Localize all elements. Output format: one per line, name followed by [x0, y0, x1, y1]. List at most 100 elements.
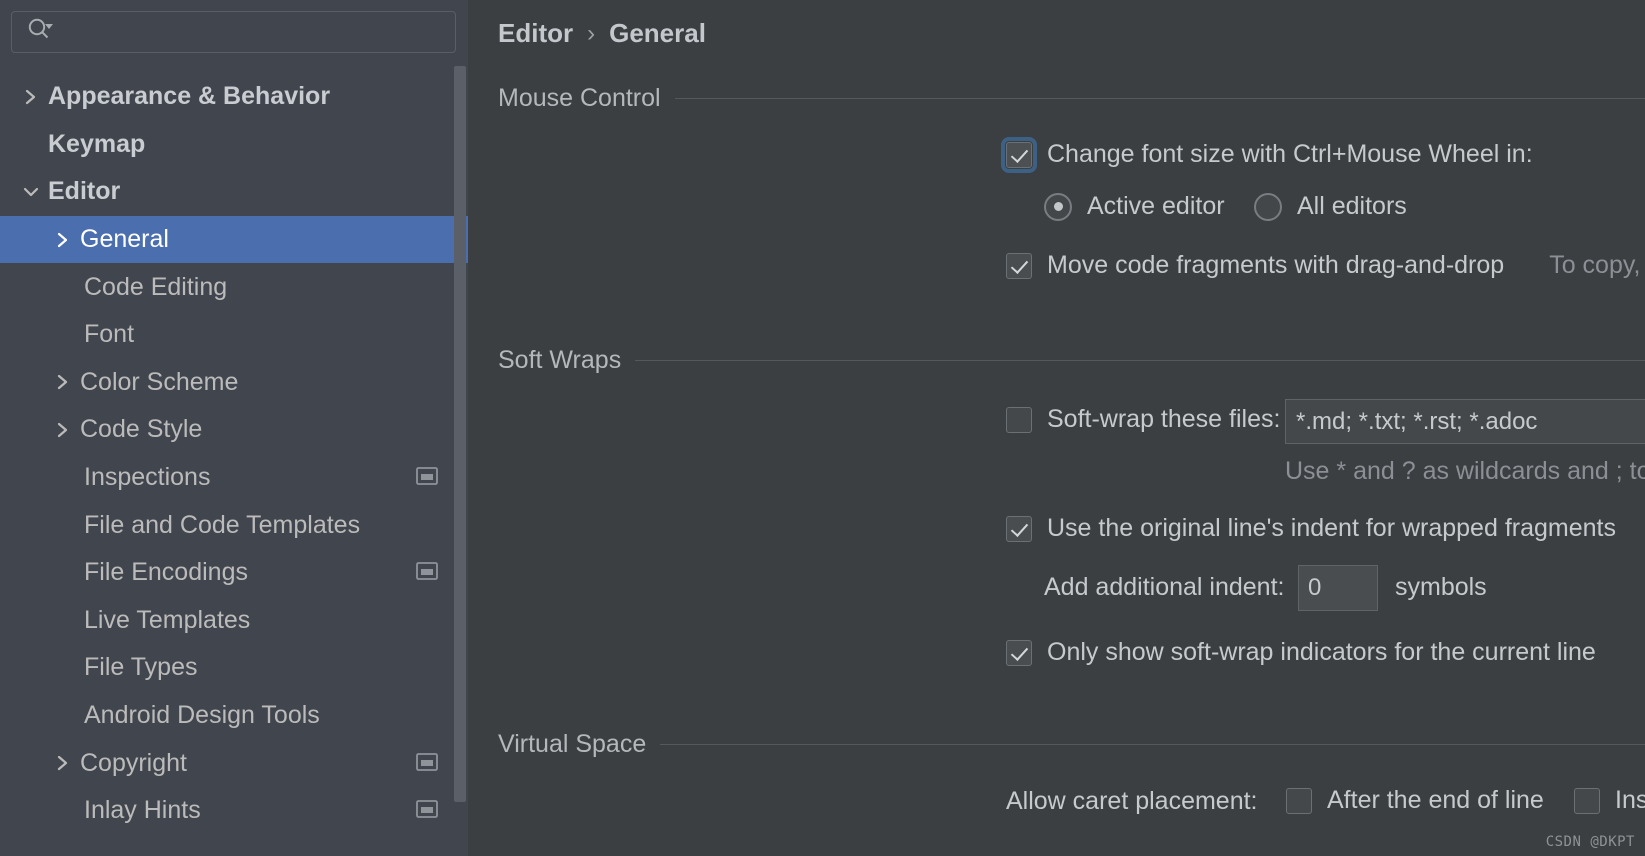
- sidebar-item-general[interactable]: General: [0, 215, 468, 264]
- settings-content-panel: Editor › General Mouse Control Change fo…: [468, 0, 1645, 856]
- search-icon: [26, 17, 56, 48]
- show-indicators-label: Only show soft-wrap indicators for the c…: [1047, 638, 1596, 666]
- sidebar-scrollbar-thumb[interactable]: [454, 66, 466, 802]
- caret-placement-label-row: Allow caret placement:: [1006, 787, 1258, 816]
- settings-sidebar: Appearance & Behavior Keymap Editor General…: [0, 0, 468, 856]
- sidebar-item-label: Copyright: [80, 748, 187, 777]
- settings-dialog: Appearance & Behavior Keymap Editor General…: [0, 0, 1645, 856]
- sidebar-item-label: General: [80, 225, 169, 254]
- project-scope-icon: [416, 463, 438, 492]
- sidebar-item-label: File and Code Templates: [84, 510, 361, 539]
- soft-wrap-files-checkbox[interactable]: [1006, 406, 1032, 433]
- soft-wrap-files-hint: Use * and ? as wildcards and ; to separa…: [1285, 457, 1645, 486]
- sidebar-item-label: Inlay Hints: [84, 796, 201, 825]
- breadcrumb-separator-icon: ›: [587, 19, 596, 47]
- section-title-soft-wraps: Soft Wraps: [498, 346, 622, 374]
- radio-row-all-editors[interactable]: All editors: [1254, 192, 1407, 221]
- section-soft-wraps: Soft Wraps: [498, 346, 1645, 375]
- sidebar-item-font[interactable]: Font: [0, 311, 468, 359]
- soft-wrap-files-hint-text: Use * and ? as wildcards and ; to separa…: [1285, 457, 1645, 485]
- drag-and-drop-label: Move code fragments with drag-and-drop: [1047, 251, 1505, 279]
- drag-and-drop-checkbox[interactable]: [1006, 252, 1032, 279]
- inside-tabs-label: Inside tabs: [1615, 786, 1645, 814]
- search-input[interactable]: [11, 11, 456, 53]
- section-divider: [660, 744, 1645, 745]
- breadcrumb-current: General: [609, 18, 706, 48]
- additional-indent-unit: symbols: [1395, 573, 1487, 602]
- original-indent-checkbox[interactable]: [1006, 515, 1032, 542]
- sidebar-item-file-and-code-templates[interactable]: File and Code Templates: [0, 501, 468, 549]
- all-editors-radio[interactable]: [1254, 192, 1282, 221]
- after-end-of-line-label: After the end of line: [1327, 786, 1544, 814]
- chevron-down-icon[interactable]: [18, 184, 44, 200]
- additional-indent-unit-label: symbols: [1395, 573, 1487, 601]
- additional-indent-row: Add additional indent:: [1044, 573, 1284, 602]
- sidebar-item-keymap[interactable]: Keymap: [0, 121, 468, 169]
- project-scope-icon: [416, 749, 438, 778]
- chevron-right-icon[interactable]: [50, 754, 76, 772]
- sidebar-item-copyright[interactable]: Copyright: [0, 739, 468, 787]
- section-divider: [635, 360, 1645, 361]
- sidebar-item-inlay-hints[interactable]: Inlay Hints: [0, 787, 468, 835]
- sidebar-item-color-scheme[interactable]: Color Scheme: [0, 359, 468, 407]
- sidebar-item-code-style[interactable]: Code Style: [0, 406, 468, 454]
- breadcrumb-parent[interactable]: Editor: [498, 18, 573, 49]
- all-editors-label: All editors: [1297, 192, 1407, 220]
- checkbox-row-show-indicators[interactable]: Only show soft-wrap indicators for the c…: [1006, 638, 1596, 667]
- section-virtual-space: Virtual Space: [498, 730, 1645, 759]
- after-end-of-line-checkbox[interactable]: [1286, 787, 1312, 814]
- section-divider: [674, 98, 1645, 99]
- drag-and-drop-hint: To copy, hold Ctrl while dragging: [1549, 251, 1645, 279]
- show-indicators-checkbox[interactable]: [1006, 639, 1032, 666]
- change-font-size-checkbox[interactable]: [1001, 136, 1037, 173]
- sidebar-item-label: Editor: [48, 177, 121, 206]
- radio-row-active-editor[interactable]: Active editor: [1044, 192, 1225, 221]
- additional-indent-label: Add additional indent:: [1044, 573, 1285, 601]
- sidebar-item-label: File Encodings: [84, 558, 248, 587]
- sidebar-item-label: Code Editing: [84, 272, 228, 301]
- sidebar-item-live-templates[interactable]: Live Templates: [0, 597, 468, 645]
- sidebar-item-label: Inspections: [84, 463, 211, 492]
- additional-indent-input[interactable]: [1298, 565, 1378, 611]
- breadcrumb: Editor › General: [498, 18, 706, 49]
- sidebar-item-appearance-behavior[interactable]: Appearance & Behavior: [0, 73, 468, 121]
- sidebar-item-label: Live Templates: [84, 605, 251, 634]
- sidebar-item-label: Color Scheme: [80, 367, 239, 396]
- section-title-virtual-space: Virtual Space: [498, 730, 647, 758]
- checkbox-row-drag-and-drop[interactable]: Move code fragments with drag-and-drop T…: [1006, 251, 1645, 280]
- active-editor-radio[interactable]: [1044, 192, 1072, 221]
- chevron-right-icon[interactable]: [18, 88, 44, 106]
- sidebar-item-file-types[interactable]: File Types: [0, 644, 468, 692]
- project-scope-icon: [416, 558, 438, 587]
- sidebar-item-label: Android Design Tools: [84, 701, 320, 730]
- section-title-mouse-control: Mouse Control: [498, 84, 661, 112]
- checkbox-row-change-font-size[interactable]: Change font size with Ctrl+Mouse Wheel i…: [1001, 136, 1533, 173]
- sidebar-item-editor[interactable]: Editor: [0, 168, 468, 216]
- sidebar-item-label: Font: [84, 320, 135, 349]
- inside-tabs-checkbox[interactable]: [1574, 787, 1600, 814]
- caret-placement-label: Allow caret placement:: [1006, 787, 1258, 815]
- watermark: CSDN @DKPT: [1545, 834, 1635, 850]
- checkbox-row-original-indent[interactable]: Use the original line's indent for wrapp…: [1006, 514, 1616, 543]
- chevron-right-icon[interactable]: [50, 231, 76, 249]
- sidebar-item-label: Appearance & Behavior: [48, 82, 331, 111]
- sidebar-item-label: File Types: [84, 653, 198, 682]
- sidebar-item-code-editing[interactable]: Code Editing: [0, 263, 468, 311]
- sidebar-item-label: Code Style: [80, 415, 203, 444]
- checkbox-row-soft-wrap-files[interactable]: Soft-wrap these files:: [1006, 405, 1280, 434]
- original-indent-label: Use the original line's indent for wrapp…: [1047, 514, 1616, 542]
- active-editor-label: Active editor: [1087, 192, 1225, 220]
- sidebar-item-label: Keymap: [48, 129, 146, 158]
- chevron-right-icon[interactable]: [50, 421, 76, 439]
- settings-tree: Appearance & Behavior Keymap Editor General…: [0, 73, 468, 835]
- search-container: [0, 0, 468, 53]
- sidebar-item-inspections[interactable]: Inspections: [0, 454, 468, 502]
- sidebar-item-android-design-tools[interactable]: Android Design Tools: [0, 692, 468, 740]
- checkbox-row-inside-tabs[interactable]: Inside tabs: [1574, 786, 1645, 815]
- chevron-right-icon[interactable]: [50, 373, 76, 391]
- checkbox-row-after-end-of-line[interactable]: After the end of line: [1286, 786, 1544, 815]
- section-mouse-control: Mouse Control: [498, 84, 1645, 113]
- sidebar-scrollbar-track[interactable]: [450, 66, 468, 856]
- sidebar-item-file-encodings[interactable]: File Encodings: [0, 549, 468, 597]
- soft-wrap-files-input[interactable]: [1285, 399, 1645, 444]
